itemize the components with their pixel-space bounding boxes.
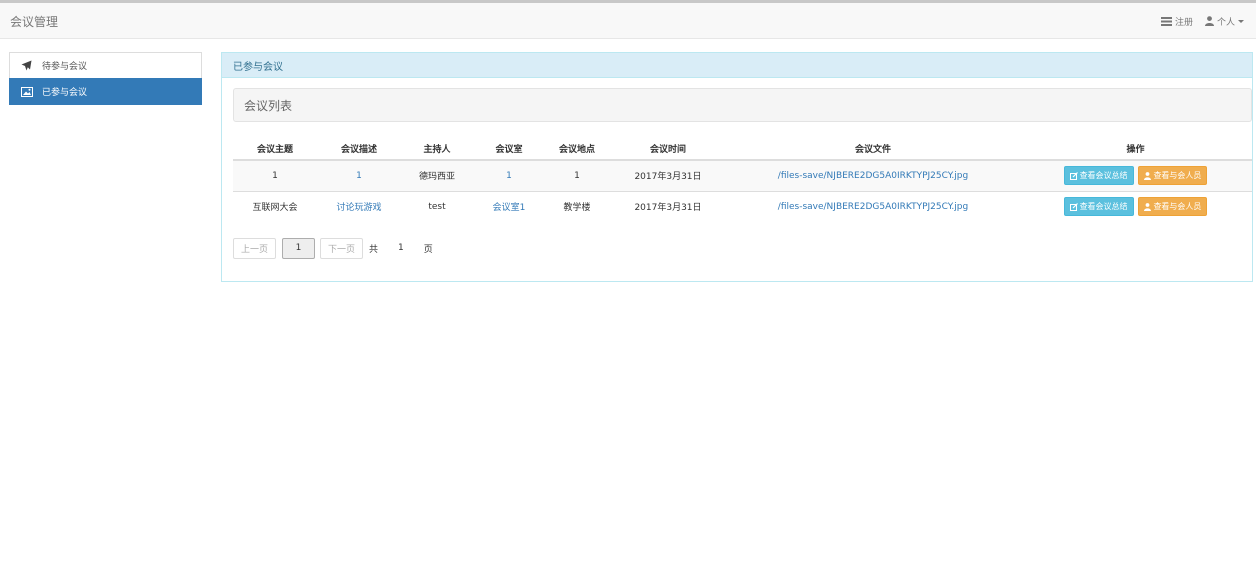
total-prefix: 共 (369, 244, 379, 255)
cell-location: 教学楼 (545, 190, 609, 222)
current-page[interactable]: 1 (282, 237, 316, 259)
cell-time: 2017年3月31日 (609, 190, 727, 222)
col-header-location: 会议地点 (545, 138, 609, 161)
sidebar-item-label: 待参与会议 (42, 62, 88, 72)
next-page-button[interactable]: 下一页 (320, 237, 364, 259)
cell-actions: 查看会议总结 查看与会人员 (1019, 159, 1252, 191)
view-attendees-label: 查看与会人员 (1153, 202, 1202, 212)
col-header-actions: 操作 (1019, 138, 1252, 161)
room-link[interactable]: 会议室1 (493, 203, 526, 213)
room-link[interactable]: 1 (506, 171, 512, 181)
pagination: 上一页 1 下一页 共 1 页 (233, 237, 433, 259)
register-link[interactable]: 注册 (1160, 15, 1193, 28)
sidebar: 待参与会议 已参与会议 (9, 52, 202, 105)
col-header-topic: 会议主题 (233, 138, 317, 161)
cell-room: 1 (473, 159, 545, 191)
cell-time: 2017年3月31日 (609, 159, 727, 191)
view-summary-button[interactable]: 查看会议总结 (1063, 166, 1134, 186)
cell-file: /files-save/NJBERE2DG5A0IRKTYPJ25CY.jpg (727, 190, 1019, 222)
col-header-host: 主持人 (401, 138, 473, 161)
col-header-file: 会议文件 (727, 138, 1019, 161)
sidebar-item-attended[interactable]: 已参与会议 (9, 78, 202, 105)
user-icon (1204, 16, 1214, 26)
cell-location: 1 (545, 159, 609, 191)
file-link[interactable]: /files-save/NJBERE2DG5A0IRKTYPJ25CY.jpg (778, 171, 968, 181)
user-icon (1144, 171, 1152, 180)
chevron-down-icon (1238, 19, 1244, 23)
app-title[interactable]: 会议管理 (10, 13, 58, 30)
cell-host: 德玛西亚 (401, 159, 473, 191)
edit-icon (1069, 171, 1078, 180)
prev-page-button[interactable]: 上一页 (233, 237, 277, 259)
col-header-time: 会议时间 (609, 138, 727, 161)
list-title: 会议列表 (233, 88, 1252, 122)
view-attendees-label: 查看与会人员 (1153, 171, 1202, 181)
cell-topic: 1 (233, 159, 317, 191)
personal-label: 个人 (1216, 17, 1235, 28)
table-header-row: 会议主题 会议描述 主持人 会议室 会议地点 会议时间 会议文件 操作 (233, 138, 1252, 161)
cell-description: 讨论玩游戏 (317, 190, 401, 222)
col-header-room: 会议室 (473, 138, 545, 161)
table-row: 1 1 德玛西亚 1 1 2017年3月31日 /files-save/NJBE… (233, 159, 1252, 191)
navbar-right: 注册 个人 (1160, 3, 1256, 39)
col-header-description: 会议描述 (317, 138, 401, 161)
attended-meetings-panel: 已参与会议 会议列表 会议主题 会议描述 主持人 会议室 会议地点 会议时间 会… (221, 52, 1253, 282)
meeting-table: 会议主题 会议描述 主持人 会议室 会议地点 会议时间 会议文件 操作 1 1 … (233, 138, 1252, 222)
file-link[interactable]: /files-save/NJBERE2DG5A0IRKTYPJ25CY.jpg (778, 202, 968, 212)
view-attendees-button[interactable]: 查看与会人员 (1138, 166, 1208, 186)
list-icon (1160, 16, 1172, 26)
image-icon (21, 86, 41, 97)
view-attendees-button[interactable]: 查看与会人员 (1138, 197, 1208, 217)
plane-icon (21, 60, 41, 71)
total-pages: 1 (398, 243, 404, 253)
cell-description: 1 (317, 159, 401, 191)
table-row: 互联网大会 讨论玩游戏 test 会议室1 教学楼 2017年3月31日 /fi… (233, 190, 1252, 222)
cell-actions: 查看会议总结 查看与会人员 (1019, 190, 1252, 222)
cell-topic: 互联网大会 (233, 190, 317, 222)
panel-heading: 已参与会议 (222, 53, 1252, 78)
edit-icon (1069, 202, 1078, 211)
register-label: 注册 (1174, 17, 1193, 28)
description-link[interactable]: 1 (356, 171, 362, 181)
personal-menu[interactable]: 个人 (1204, 15, 1244, 28)
view-summary-label: 查看会议总结 (1079, 171, 1128, 181)
cell-file: /files-save/NJBERE2DG5A0IRKTYPJ25CY.jpg (727, 159, 1019, 191)
cell-host: test (401, 190, 473, 222)
total-suffix: 页 (423, 244, 433, 255)
sidebar-item-label: 已参与会议 (42, 88, 88, 98)
view-summary-label: 查看会议总结 (1079, 202, 1128, 212)
view-summary-button[interactable]: 查看会议总结 (1063, 197, 1134, 217)
user-icon (1144, 202, 1152, 211)
cell-room: 会议室1 (473, 190, 545, 222)
navbar: 会议管理 注册 个人 (0, 3, 1256, 39)
sidebar-item-pending[interactable]: 待参与会议 (9, 52, 202, 79)
description-link[interactable]: 讨论玩游戏 (336, 203, 381, 213)
